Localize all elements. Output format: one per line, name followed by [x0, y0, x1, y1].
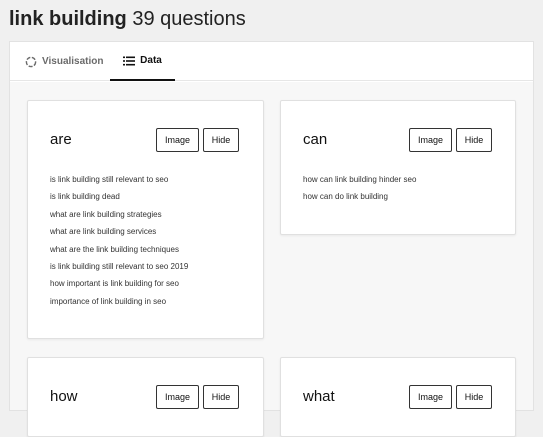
image-button[interactable]: Image	[156, 385, 199, 409]
question-item: is link building still relevant to seo	[50, 175, 169, 184]
hide-button[interactable]: Hide	[456, 128, 492, 152]
card-title: can	[303, 131, 328, 148]
image-button[interactable]: Image	[409, 128, 452, 152]
question-card-are: are Image Hide is link building still re…	[27, 100, 264, 339]
data-view: are Image Hide is link building still re…	[10, 82, 533, 437]
question-item: how can link building hinder seo	[303, 175, 417, 184]
hide-button[interactable]: Hide	[203, 385, 239, 409]
card-title: are	[50, 131, 72, 148]
image-button[interactable]: Image	[409, 385, 452, 409]
question-item: is link building dead	[50, 192, 120, 202]
page-title: link building 39 questions	[9, 6, 246, 32]
card-title: how	[50, 388, 78, 405]
tab-data-label: Data	[140, 55, 162, 66]
tab-visualisation-label: Visualisation	[42, 56, 104, 67]
hide-button[interactable]: Hide	[456, 385, 492, 409]
question-card-can: can Image Hide how can link building hin…	[280, 100, 516, 235]
question-item: importance of link building in seo	[50, 296, 167, 306]
question-list: is link building still relevant to seo i…	[50, 171, 188, 310]
question-list: how can link building hinder seo how can…	[303, 171, 416, 206]
list-icon	[123, 56, 136, 66]
visualisation-icon	[25, 56, 37, 68]
hide-button[interactable]: Hide	[203, 128, 239, 152]
tab-data[interactable]: Data	[110, 42, 175, 81]
question-card-what: what Image Hide	[280, 357, 516, 437]
question-item: what are the link building techniques	[50, 244, 179, 254]
view-tabs: Visualisation Data	[10, 42, 533, 81]
card-title: what	[303, 388, 335, 405]
question-item: what are link building services	[50, 227, 157, 237]
question-item: how can do link building	[303, 192, 388, 202]
question-item: is link building still relevant to seo 2…	[50, 262, 189, 272]
question-item: how important is link building for seo	[50, 279, 179, 289]
question-count: 39 questions	[132, 8, 246, 30]
question-card-how: how Image Hide	[27, 357, 264, 437]
image-button[interactable]: Image	[156, 128, 199, 152]
tab-visualisation[interactable]: Visualisation	[25, 42, 104, 81]
page-title-keyword: link building	[9, 8, 127, 30]
question-item: what are link building strategies	[50, 209, 162, 219]
results-panel: Visualisation Data are Image Hide is lin…	[9, 41, 534, 437]
